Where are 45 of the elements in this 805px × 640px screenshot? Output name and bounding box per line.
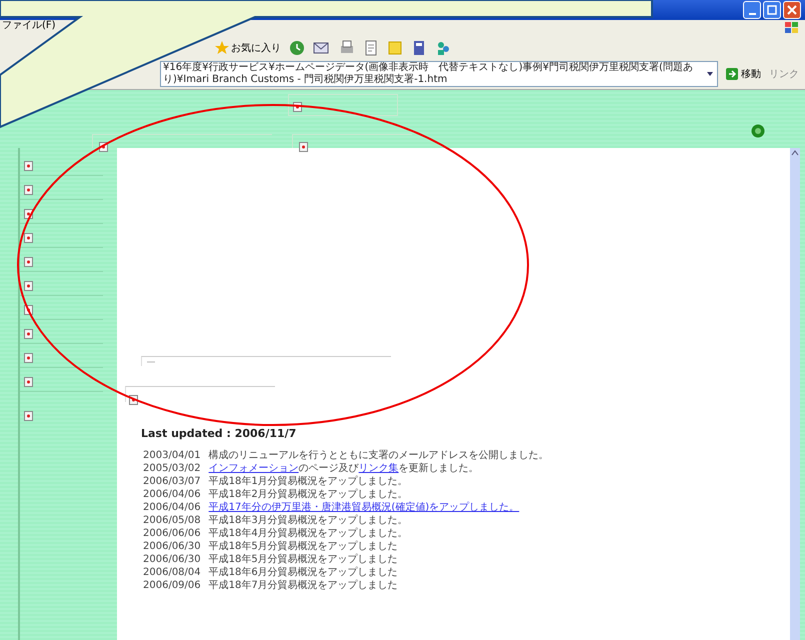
news-link[interactable]: リンク集: [358, 463, 399, 474]
broken-image-icon: [24, 161, 33, 171]
news-item: 2005/03/02 インフォメーションのページ及びリンク集を更新しました。: [142, 462, 480, 475]
last-updated-text: Last updated : 2006/11/7: [141, 427, 298, 440]
news-item: 2006/06/06 平成18年4月分貿易概況をアップしました。: [142, 527, 409, 540]
document-icon[interactable]: [363, 40, 379, 56]
broken-image-icon: [24, 353, 33, 363]
news-link[interactable]: インフォメーション: [208, 463, 299, 474]
news-item: 2003/04/01 構成のリニューアルを行うとともに支署のメールアドレスを公開しました。: [142, 449, 550, 462]
broken-image-icon: [24, 233, 33, 243]
news-item: 2006/04/06 平成17年分の伊万里港・唐津港貿易概況(確定値)をアップしました。: [142, 501, 520, 514]
news-item: 2006/04/06 平成18年2月分貿易概況をアップしました。: [142, 488, 409, 501]
book-icon[interactable]: [411, 40, 427, 56]
go-button[interactable]: 移動: [726, 67, 761, 81]
printer-icon[interactable]: [339, 40, 355, 56]
broken-image-icon: [24, 281, 33, 291]
minimize-button[interactable]: [743, 1, 761, 19]
news-item: 2006/09/06 平成18年7月分貿易概況をアップしました: [142, 579, 399, 592]
news-link[interactable]: 平成17年分の伊万里港・唐津港貿易概況(確定値)をアップしました。: [208, 502, 520, 513]
broken-image-icon: [24, 185, 33, 195]
broken-image-icon: [24, 377, 33, 387]
go-arrow-icon: [726, 68, 738, 80]
maximize-button[interactable]: [763, 1, 781, 19]
favorites-button[interactable]: お気に入り: [231, 41, 281, 55]
mail-icon[interactable]: [313, 40, 331, 56]
maximize-icon: [767, 5, 777, 15]
minimize-icon: [748, 13, 756, 15]
news-item: 2006/06/30 平成18年5月分貿易概況をアップしました: [142, 540, 399, 553]
round-icon[interactable]: [751, 124, 765, 138]
menu-item[interactable]: ファイル(F): [2, 20, 56, 32]
news-item: 2006/06/30 平成18年5月分貿易概況をアップしました: [142, 553, 399, 566]
history-icon[interactable]: [289, 40, 305, 56]
address-field[interactable]: ¥16年度¥行政サービス¥ホームページデータ(画像非表示時 代替テキストなし)事例¥門司税関伊万里税関支署(問題あり)¥Imari Branch Customs - 門司税関伊万里税関支署-1.htm: [160, 61, 718, 87]
scrollbar[interactable]: [790, 148, 800, 640]
close-button[interactable]: [783, 1, 801, 19]
news-item: 2006/03/07 平成18年1月分貿易概況をアップしました。: [142, 475, 409, 488]
broken-image-icon: [24, 257, 33, 267]
windows-flag-icon: [785, 22, 799, 34]
star-icon: [215, 41, 229, 55]
broken-image-icon: [24, 411, 33, 421]
broken-image-icon: [24, 329, 33, 339]
news-item: 2006/08/04 平成18年6月分貿易概況をアップしました: [142, 566, 399, 579]
close-icon: [787, 5, 797, 15]
people-icon[interactable]: [435, 40, 451, 56]
news-item: 2006/05/08 平成18年3月分貿易概況をアップしました。: [142, 514, 409, 527]
